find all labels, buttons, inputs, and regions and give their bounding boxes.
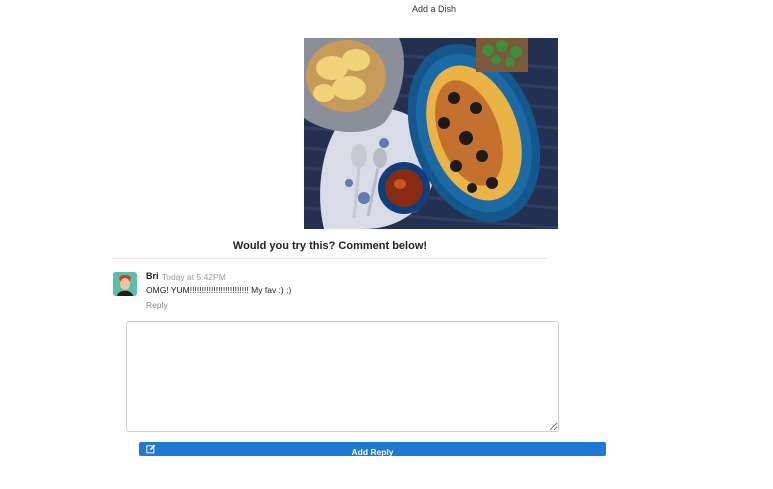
- comment-heading: Would you try this? Comment below!: [112, 240, 548, 259]
- reply-link[interactable]: Reply: [146, 300, 168, 310]
- add-reply-label: Add Reply: [351, 447, 394, 456]
- add-dish-link[interactable]: Add a Dish: [412, 4, 456, 14]
- avatar: [113, 272, 137, 296]
- comment-author[interactable]: Bri: [146, 271, 159, 281]
- add-reply-button[interactable]: Add Reply: [139, 442, 606, 456]
- comment-text: OMG! YUM!!!!!!!!!!!!!!!!!!!!!!!!! My fav…: [146, 285, 292, 295]
- comment-timestamp: Today at 5:42PM: [162, 271, 226, 282]
- reply-textarea[interactable]: [126, 321, 559, 432]
- dish-photo-illustration: [304, 38, 558, 229]
- avatar-icon: [113, 272, 137, 296]
- dish-photo: [304, 38, 558, 229]
- page: Add a Dish Would you try this? Comment b…: [0, 0, 773, 489]
